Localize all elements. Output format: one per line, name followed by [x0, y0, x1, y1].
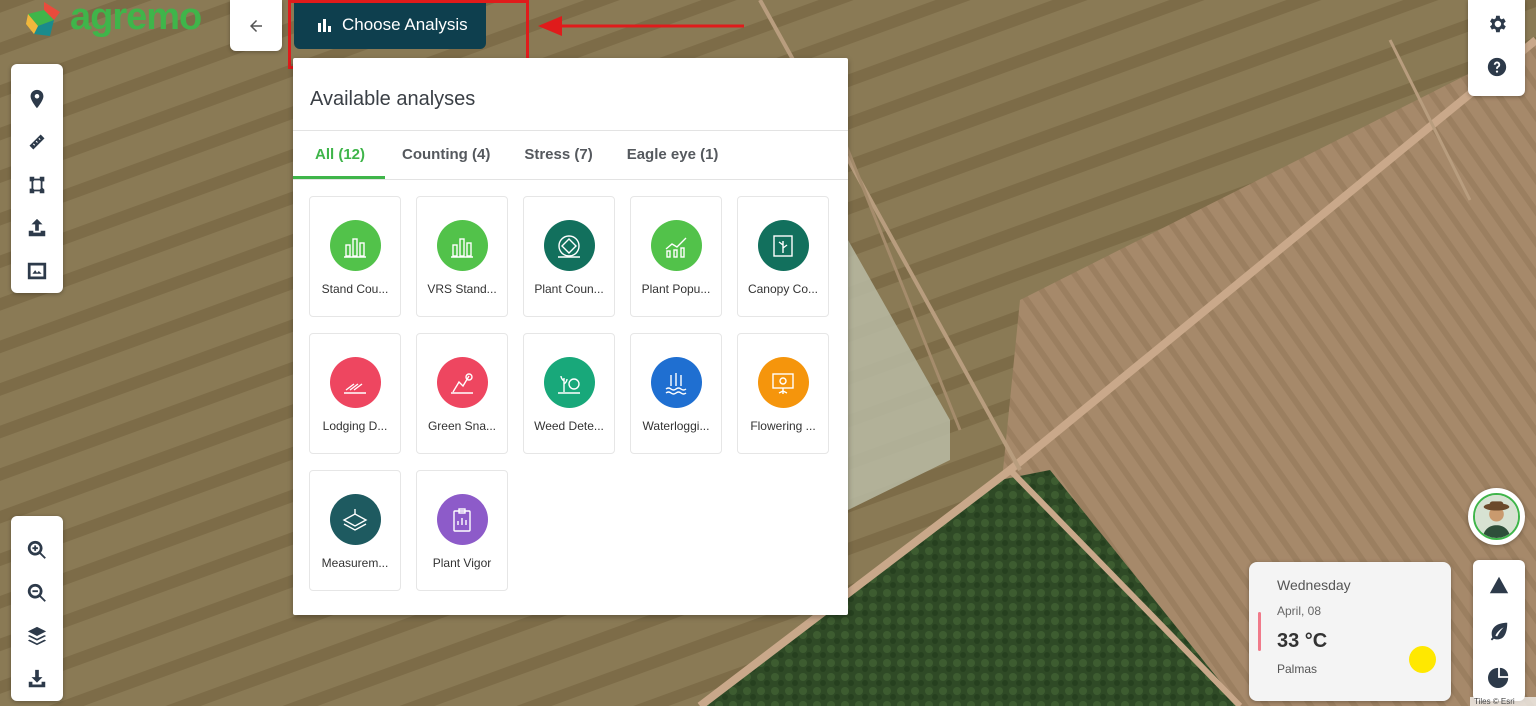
available-analyses-panel: Available analyses All (12) Counting (4)…	[293, 58, 848, 615]
ruler-button[interactable]	[17, 120, 57, 163]
arrow-left-icon	[250, 19, 262, 32]
upload-button[interactable]	[17, 207, 57, 250]
agremo-logo[interactable]: agremo	[24, 0, 202, 40]
analysis-card-canopy-coverage[interactable]: Canopy Co...	[737, 196, 829, 317]
analysis-card-label: Plant Popu...	[641, 282, 711, 296]
analysis-card-label: Stand Cou...	[321, 282, 389, 296]
analysis-tabs: All (12) Counting (4) Stress (7) Eagle e…	[293, 131, 848, 180]
map-attribution[interactable]: Tiles © Esri	[1470, 697, 1536, 706]
analysis-card-label: Canopy Co...	[747, 282, 819, 296]
measurement-icon	[329, 494, 381, 545]
temperature-indicator	[1258, 612, 1261, 651]
layers-icon	[27, 626, 47, 646]
analysis-card-label: Lodging D...	[322, 419, 388, 433]
agremo-logo-icon	[26, 2, 60, 36]
leaf-icon[interactable]	[1488, 620, 1510, 642]
map-mode-panel	[1473, 560, 1525, 701]
user-avatar[interactable]	[1468, 488, 1525, 545]
download-button[interactable]	[17, 658, 57, 701]
weather-city: Palmas	[1277, 662, 1318, 676]
weather-date: April, 08	[1277, 604, 1322, 618]
analysis-card-stand-count[interactable]: Stand Cou...	[309, 196, 401, 317]
analysis-card-label: Waterloggi...	[642, 419, 710, 433]
analysis-card-green-snap[interactable]: Green Sna...	[416, 333, 508, 454]
analysis-card-label: VRS Stand...	[427, 282, 497, 296]
analysis-card-plant-vigor[interactable]: Plant Vigor	[416, 470, 508, 591]
plant-vigor-icon	[436, 494, 488, 545]
back-button[interactable]	[230, 0, 282, 51]
analysis-card-vrs-stand[interactable]: VRS Stand...	[416, 196, 508, 317]
plant-count-icon	[543, 220, 595, 271]
gear-icon[interactable]	[1486, 13, 1508, 35]
upload-icon	[28, 219, 46, 237]
waterlogging-icon	[650, 357, 702, 408]
ruler-icon	[27, 132, 47, 151]
logo-text: agremo	[70, 0, 202, 38]
pie-chart-icon[interactable]	[1488, 666, 1510, 688]
tab-counting[interactable]: Counting (4)	[385, 131, 507, 179]
weather-temperature: 33 °C	[1277, 630, 1328, 652]
analysis-card-label: Plant Coun...	[534, 282, 604, 296]
zoom-tools-panel	[11, 516, 63, 701]
map-image-button[interactable]	[17, 250, 57, 293]
tab-eagle-eye[interactable]: Eagle eye (1)	[610, 131, 736, 179]
map-tools-panel	[11, 64, 63, 293]
location-pin-button[interactable]	[17, 77, 57, 120]
weed-icon	[543, 357, 595, 408]
analysis-card-measurement[interactable]: Measurem...	[309, 470, 401, 591]
layers-button[interactable]	[17, 615, 57, 658]
analysis-card-weed-detection[interactable]: Weed Dete...	[523, 333, 615, 454]
weather-widget: Wednesday April, 08 33 °C Palmas	[1249, 562, 1451, 701]
settings-help-panel	[1468, 0, 1525, 96]
farmer-avatar-icon	[1475, 495, 1518, 538]
analysis-card-label: Flowering ...	[750, 419, 816, 433]
polygon-draw-icon	[29, 176, 45, 194]
location-pin-icon	[30, 89, 44, 108]
zoom-in-icon	[27, 540, 46, 559]
canopy-icon	[757, 220, 809, 271]
zoom-out-button[interactable]	[17, 571, 57, 614]
analysis-card-lodging[interactable]: Lodging D...	[309, 333, 401, 454]
panel-title: Available analyses	[310, 88, 476, 110]
flowering-icon	[757, 357, 809, 408]
map-image-icon	[27, 263, 47, 280]
analysis-card-label: Green Sna...	[427, 419, 497, 433]
download-icon	[28, 670, 46, 688]
tab-stress[interactable]: Stress (7)	[507, 131, 609, 179]
analysis-grid: Stand Cou... VRS Stand... Plant Coun... …	[309, 196, 829, 591]
annotation-arrow-icon	[538, 16, 744, 36]
bar-crops-icon	[436, 220, 488, 271]
analysis-card-label: Measurem...	[321, 556, 389, 570]
terrain-icon[interactable]	[1488, 574, 1510, 596]
analysis-card-flowering[interactable]: Flowering ...	[737, 333, 829, 454]
weather-day: Wednesday	[1277, 577, 1351, 593]
analysis-card-waterlogging[interactable]: Waterloggi...	[630, 333, 722, 454]
analysis-card-plant-population[interactable]: Plant Popu...	[630, 196, 722, 317]
analysis-card-label: Plant Vigor	[432, 556, 492, 570]
zoom-out-icon	[27, 583, 46, 602]
green-snap-icon	[436, 357, 488, 408]
lodging-icon	[329, 357, 381, 408]
tab-all[interactable]: All (12)	[293, 131, 386, 179]
population-chart-icon	[650, 220, 702, 271]
zoom-in-button[interactable]	[17, 528, 57, 571]
analysis-card-label: Weed Dete...	[534, 419, 604, 433]
sun-icon	[1409, 646, 1436, 673]
bar-crops-icon	[329, 220, 381, 271]
polygon-button[interactable]	[17, 163, 57, 206]
analysis-card-plant-count[interactable]: Plant Coun...	[523, 196, 615, 317]
help-icon[interactable]	[1486, 56, 1508, 78]
